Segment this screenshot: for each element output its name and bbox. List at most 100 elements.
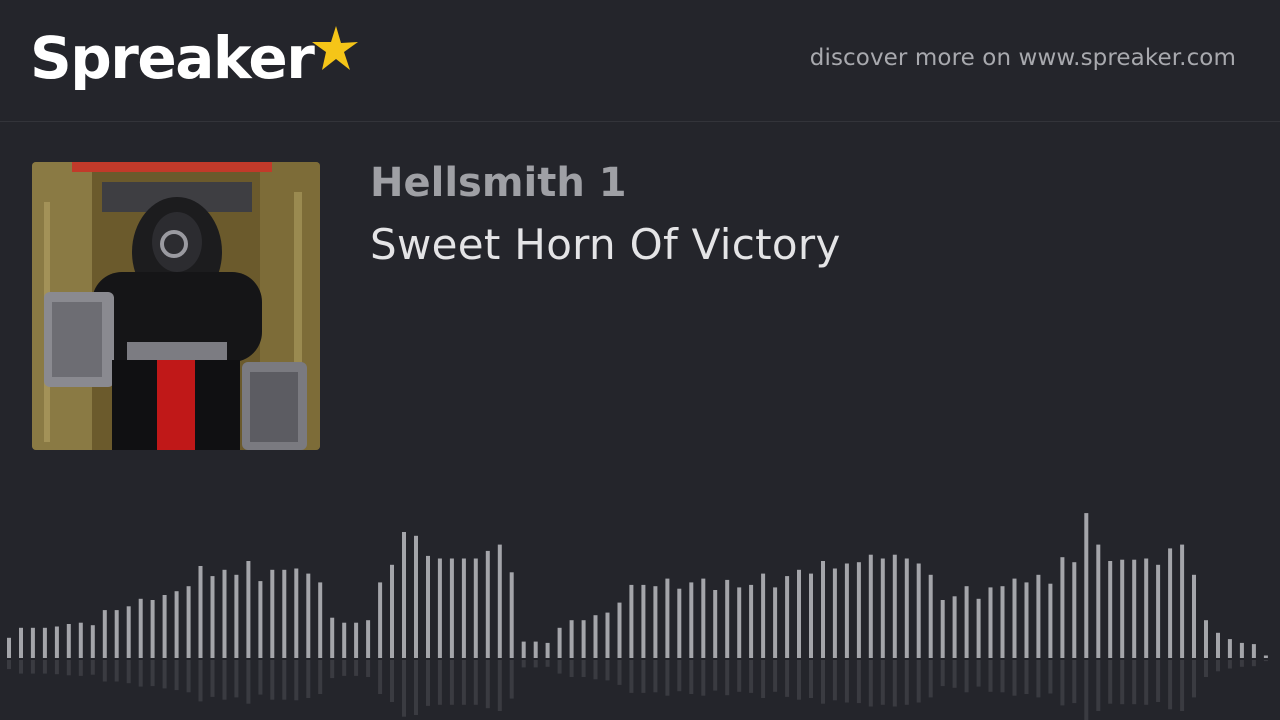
waveform-bar (1000, 586, 1005, 658)
waveform-bar (952, 596, 957, 658)
waveform-bar (1096, 544, 1101, 658)
waveform-bar-reflection (1156, 660, 1161, 702)
waveform-bar-reflection (294, 660, 299, 701)
waveform-bar (318, 582, 323, 658)
waveform-bar-reflection (641, 660, 646, 693)
waveform-bar-reflection (1180, 660, 1185, 711)
waveform-bar-reflection (952, 660, 957, 688)
waveform-bar-reflection (737, 660, 742, 692)
waveform-bar (809, 573, 813, 658)
waveform-bar-reflection (366, 660, 371, 677)
waveform-bar (1204, 620, 1208, 658)
waveform-bar (593, 615, 598, 658)
waveform-bar-reflection (222, 660, 227, 700)
waveform-bar-reflection (1060, 660, 1065, 706)
waveform-bar (1072, 562, 1077, 658)
waveform-bar (832, 568, 837, 658)
waveform-bar (629, 584, 634, 658)
waveform-bar-reflection (1204, 660, 1208, 677)
waveform-bar (54, 626, 59, 658)
waveform-bar-reflection (1192, 660, 1196, 698)
waveform-bar-reflection (725, 660, 730, 696)
waveform-bar-reflection (306, 660, 311, 698)
discover-more-link[interactable]: discover more on www.spreaker.com (810, 45, 1236, 71)
waveform-bar (1084, 513, 1089, 658)
waveform-bar-reflection (1096, 660, 1101, 711)
waveform-bar (713, 590, 718, 658)
waveform-bar (617, 602, 622, 658)
waveform-bar (1156, 564, 1161, 658)
waveform-bar (162, 595, 167, 658)
waveform-bar (533, 641, 538, 658)
waveform-bar (30, 627, 35, 658)
waveform-bar (1036, 574, 1041, 658)
waveform-bar-reflection (174, 660, 179, 691)
waveform-bar-reflection (78, 660, 83, 676)
waveform-bar-reflection (605, 660, 610, 681)
waveform-bar (210, 576, 215, 658)
waveform-bar (114, 610, 119, 658)
waveform-bar-reflection (809, 660, 813, 698)
waveform-bar (509, 572, 514, 658)
waveform-bar (497, 544, 502, 658)
waveform-bar-reflection (1108, 660, 1113, 704)
waveform-bar-reflection (533, 660, 538, 668)
waveform-bar (234, 574, 239, 658)
waveform-bar-reflection (1048, 660, 1053, 694)
waveform-bar-reflection (761, 660, 766, 698)
waveform-bar (797, 569, 801, 658)
waveform-bar-reflection (66, 660, 71, 676)
waveform-bar (330, 617, 335, 658)
waveform-bar (964, 586, 969, 658)
audio-waveform[interactable] (0, 480, 1280, 720)
waveform-bar-reflection (821, 660, 825, 704)
waveform-bar (102, 610, 107, 658)
waveform-bar-reflection (198, 660, 203, 702)
waveform-bar (641, 584, 646, 658)
waveform-bar-reflection (1168, 660, 1173, 710)
waveform-bar-reflection (497, 660, 502, 711)
waveform-bar-reflection (354, 660, 359, 676)
waveform-bar (581, 620, 586, 658)
waveform-bar-reflection (521, 660, 526, 668)
waveform-bar (138, 598, 143, 658)
waveform-bar (78, 622, 83, 658)
waveform-bar-reflection (19, 660, 23, 674)
waveform-bar-reflection (162, 660, 167, 689)
waveform-bar-reflection (437, 660, 442, 705)
spreaker-logo[interactable]: Spreaker (30, 22, 359, 102)
waveform-bar-reflection (868, 660, 873, 707)
waveform-bar-reflection (102, 660, 107, 682)
episode-title: Hellsmith 1 (370, 160, 627, 206)
waveform-bar (1048, 583, 1053, 658)
waveform-bar (390, 564, 394, 658)
waveform-bar (1012, 578, 1017, 658)
waveform-bar (306, 573, 311, 658)
waveform-bar-reflection (1263, 660, 1268, 662)
waveform-bar-reflection (378, 660, 383, 694)
waveform-bar-reflection (617, 660, 622, 685)
waveform-bar-reflection (30, 660, 35, 674)
waveform-bar-reflection (1012, 660, 1017, 696)
waveform-bar (461, 558, 466, 658)
waveform-bar-reflection (773, 660, 778, 692)
waveform-bar-reflection (150, 660, 155, 687)
waveform-bar-reflection (485, 660, 490, 709)
waveform-bar (246, 561, 251, 658)
waveform-bar-reflection (402, 660, 406, 717)
waveform-bar (821, 561, 825, 658)
waveform-bar (1239, 642, 1244, 658)
waveform-bar (485, 550, 490, 658)
waveform-bar-reflection (426, 660, 430, 706)
waveform-bar-reflection (545, 660, 550, 667)
waveform-bar (1251, 644, 1256, 658)
logo-wordmark: Spreaker (30, 24, 315, 92)
waveform-bar (426, 555, 430, 658)
waveform-bar (701, 578, 706, 658)
waveform-bar (940, 600, 945, 658)
waveform-bar-reflection (282, 660, 287, 700)
waveform-bar-reflection (988, 660, 993, 692)
waveform-bar-reflection (186, 660, 191, 693)
waveform-bar (677, 588, 682, 658)
waveform-bar-reflection (916, 660, 921, 703)
